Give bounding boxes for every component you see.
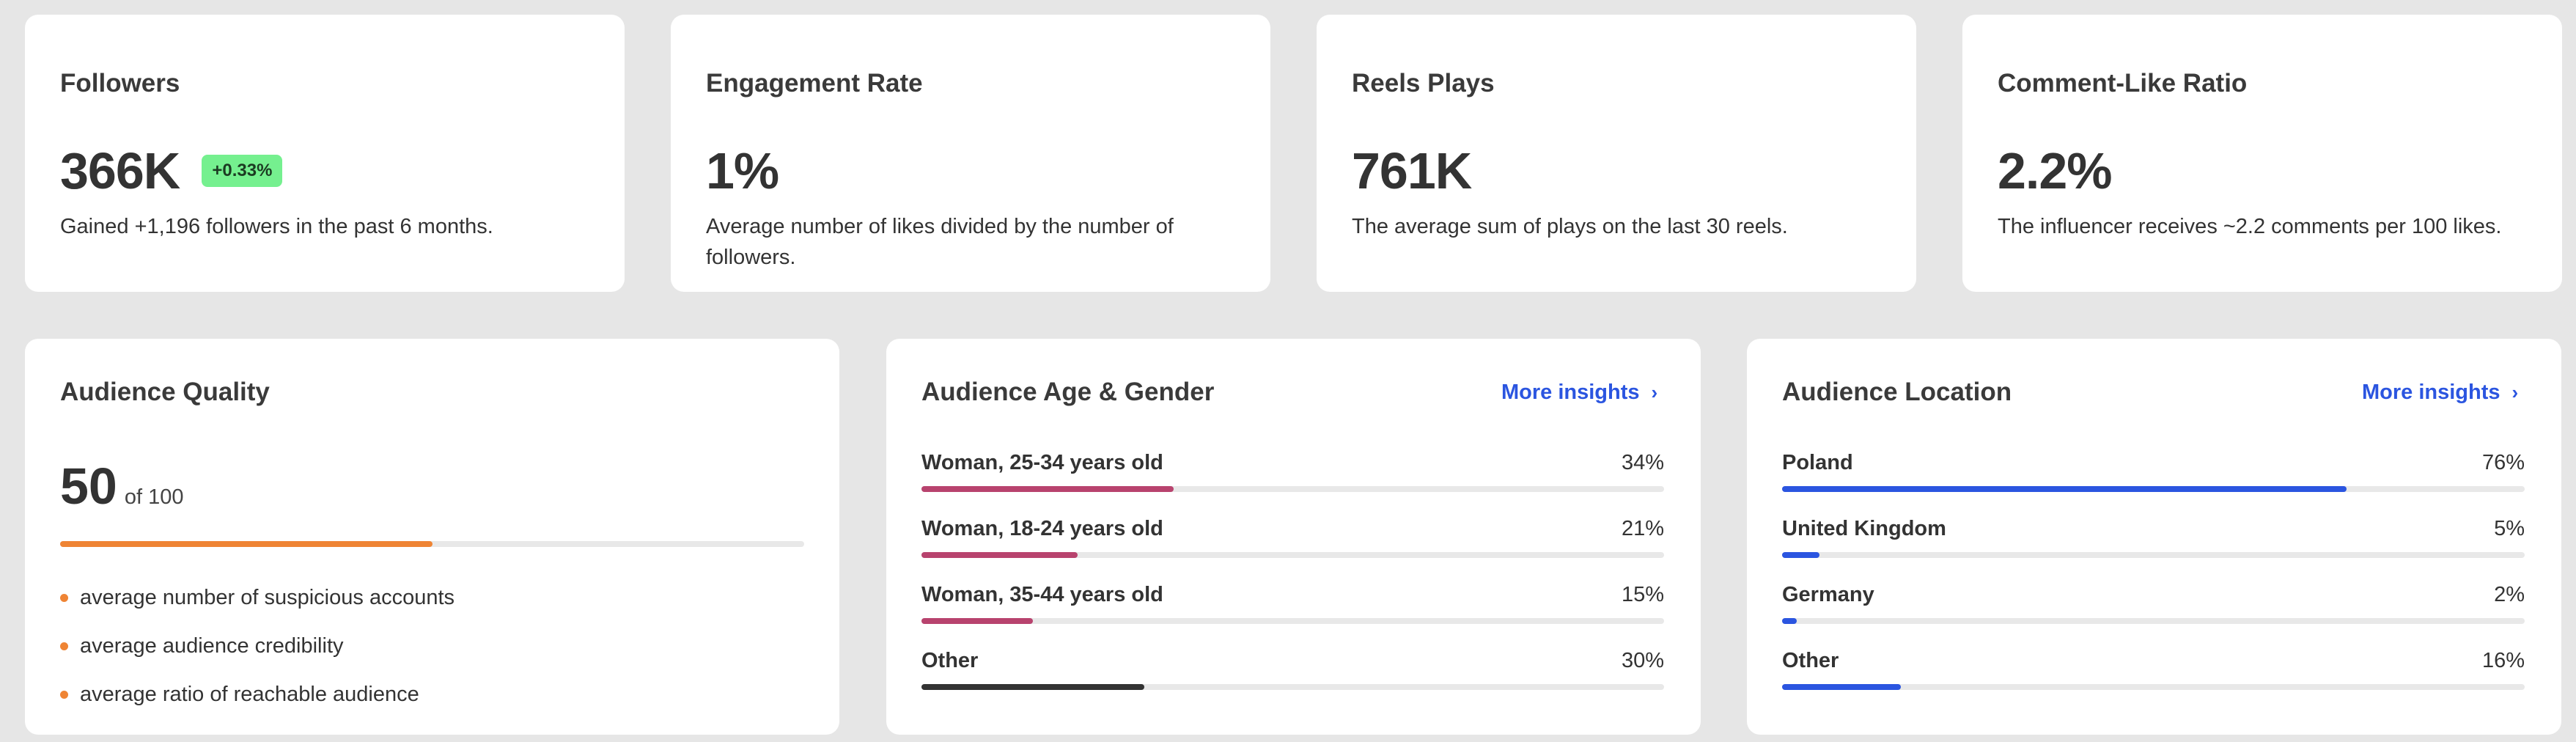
age-gender-row-percent: 15% bbox=[1621, 583, 1664, 606]
age-gender-row-bar-fill bbox=[921, 486, 1174, 492]
location-row-percent: 2% bbox=[2494, 583, 2525, 606]
bullet-dot-icon bbox=[60, 642, 68, 650]
age-gender-row-label: Woman, 35-44 years old bbox=[921, 583, 1163, 606]
followers-card: Followers 366K +0.33% Gained +1,196 foll… bbox=[25, 15, 625, 292]
chevron-right-icon: › bbox=[2511, 381, 2519, 403]
audience-quality-title: Audience Quality bbox=[60, 378, 270, 406]
location-row-bar bbox=[1782, 486, 2525, 492]
location-row-percent: 76% bbox=[2481, 451, 2525, 474]
location-row-bar bbox=[1782, 618, 2525, 624]
card-description: Average number of likes divided by the n… bbox=[706, 215, 1174, 269]
bullet-dot-icon bbox=[60, 593, 68, 602]
audience-quality-max: of 100 bbox=[124, 485, 184, 509]
age-gender-row-bar-fill bbox=[921, 552, 1078, 558]
card-description: The average sum of plays on the last 30 … bbox=[1352, 215, 1788, 238]
card-title: Comment-Like Ratio bbox=[1998, 69, 2248, 98]
list-item: average number of suspicious accounts bbox=[60, 573, 455, 622]
bullet-dot-icon bbox=[60, 690, 68, 699]
card-title: Engagement Rate bbox=[706, 69, 923, 98]
reels-plays-card: Reels Plays 761K The average sum of play… bbox=[1317, 15, 1916, 292]
location-row-percent: 16% bbox=[2481, 649, 2525, 672]
growth-badge: +0.33% bbox=[202, 155, 283, 187]
age-gender-row-percent: 21% bbox=[1621, 517, 1664, 540]
reels-plays-value: 761K bbox=[1352, 142, 1472, 199]
audience-location-title: Audience Location bbox=[1782, 378, 2012, 406]
location-row-bar bbox=[1782, 684, 2525, 690]
age-gender-row-label: Other bbox=[921, 649, 979, 672]
location-row-label: Other bbox=[1782, 649, 1839, 672]
card-description: The influencer receives ~2.2 comments pe… bbox=[1998, 215, 2502, 238]
audience-quality-score: 50 bbox=[60, 458, 117, 515]
age-gender-row-percent: 34% bbox=[1621, 451, 1664, 474]
chevron-right-icon: › bbox=[1651, 381, 1658, 403]
location-row-label: Poland bbox=[1782, 451, 1853, 474]
card-title: Reels Plays bbox=[1352, 69, 1495, 98]
age-gender-row-bar-fill bbox=[921, 684, 1144, 690]
audience-quality-bar bbox=[60, 541, 804, 547]
age-gender-row-label: Woman, 18-24 years old bbox=[921, 517, 1163, 540]
age-gender-row-label: Woman, 25-34 years old bbox=[921, 451, 1163, 474]
engagement-rate-card: Engagement Rate 1% Average number of lik… bbox=[671, 15, 1270, 292]
location-row-label: Germany bbox=[1782, 583, 1874, 606]
engagement-rate-value: 1% bbox=[706, 142, 779, 199]
location-row-percent: 5% bbox=[2494, 517, 2525, 540]
age-gender-more-insights-link[interactable]: More insights › bbox=[1501, 381, 1657, 405]
location-more-insights-link[interactable]: More insights › bbox=[2362, 381, 2518, 405]
list-item: average ratio of reachable audience bbox=[60, 670, 455, 719]
age-gender-row-bar bbox=[921, 486, 1664, 492]
location-row-label: United Kingdom bbox=[1782, 517, 1946, 540]
list-item: average audience credibility bbox=[60, 622, 455, 670]
location-row-bar bbox=[1782, 552, 2525, 558]
age-gender-row-bar bbox=[921, 552, 1664, 558]
location-row-bar-fill bbox=[1782, 618, 1797, 624]
card-description: Gained +1,196 followers in the past 6 mo… bbox=[60, 215, 493, 238]
location-row-bar-fill bbox=[1782, 684, 1902, 690]
followers-value: 366K bbox=[60, 142, 180, 199]
age-gender-row-percent: 30% bbox=[1621, 649, 1664, 672]
comment-like-ratio-value: 2.2% bbox=[1998, 142, 2113, 199]
comment-like-ratio-card: Comment-Like Ratio 2.2% The influencer r… bbox=[1962, 15, 2562, 292]
audience-age-gender-title: Audience Age & Gender bbox=[921, 378, 1215, 406]
age-gender-row-bar bbox=[921, 684, 1664, 690]
card-title: Followers bbox=[60, 69, 180, 98]
age-gender-row-bar-fill bbox=[921, 618, 1033, 624]
age-gender-row-bar bbox=[921, 618, 1664, 624]
location-row-bar-fill bbox=[1782, 552, 1819, 558]
audience-quality-bar-fill bbox=[60, 541, 433, 547]
audience-quality-list: average number of suspicious accounts av… bbox=[60, 573, 455, 719]
location-row-bar-fill bbox=[1782, 486, 2347, 492]
